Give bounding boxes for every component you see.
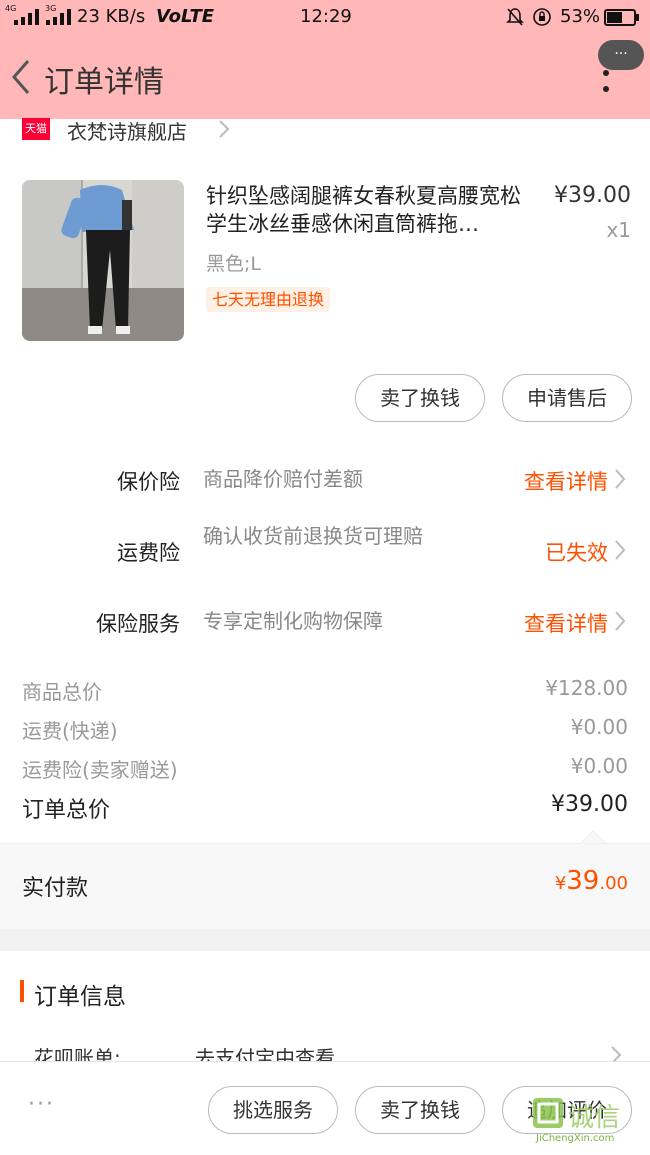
return-policy-tag: 七天无理由退换 xyxy=(206,287,331,312)
product-quantity: x1 xyxy=(606,218,631,242)
signal-icon xyxy=(14,9,39,25)
shipping-insurance-label: 运费险 xyxy=(117,541,180,565)
shipping-insurance-fee-value: ¥0.00 xyxy=(570,754,628,778)
pick-service-button[interactable]: 挑选服务 xyxy=(208,1086,338,1134)
chevron-right-icon xyxy=(615,540,626,560)
battery-percent: 53% xyxy=(560,6,601,27)
price-protection-link[interactable]: 查看详情 xyxy=(524,466,608,496)
shipping-value: ¥0.00 xyxy=(570,715,628,739)
paid-amount: ¥39.00 xyxy=(555,866,628,896)
watermark-domain: JiChengXin.com xyxy=(536,1133,615,1144)
order-total-label: 订单总价 xyxy=(22,798,111,823)
more-actions-button[interactable]: ··· xyxy=(28,1092,55,1117)
chevron-right-icon xyxy=(615,611,626,631)
shipping-label: 运费(快递) xyxy=(22,719,118,743)
network-speed: 23 KB/s xyxy=(77,6,146,27)
sell-button-footer[interactable]: 卖了换钱 xyxy=(355,1086,485,1134)
price-protection-desc: 商品降价赔付差额 xyxy=(203,467,363,491)
back-arrow-icon[interactable] xyxy=(8,57,34,97)
sell-button[interactable]: 卖了换钱 xyxy=(355,374,485,422)
page-title: 订单详情 xyxy=(44,65,164,100)
shipping-insurance-fee-label: 运费险(卖家赠送) xyxy=(22,758,178,782)
after-sale-button[interactable]: 申请售后 xyxy=(502,374,632,422)
price-protection-label: 保价险 xyxy=(117,470,180,494)
battery-icon xyxy=(604,9,639,26)
product-sku: 黑色;L xyxy=(206,253,261,275)
paid-currency: ¥ xyxy=(554,873,567,894)
section-accent-bar xyxy=(20,980,24,1002)
nav-bar: 订单详情 ··· xyxy=(0,35,650,119)
paid-decimal: .00 xyxy=(599,873,628,894)
watermark-logo-icon xyxy=(533,1098,563,1128)
section-divider xyxy=(0,929,650,951)
chevron-right-icon xyxy=(615,469,626,489)
shipping-insurance-desc: 确认收货前退换货可理赔 xyxy=(203,524,423,548)
kebab-menu-icon[interactable] xyxy=(600,70,612,94)
shop-name[interactable]: 衣梵诗旗舰店 xyxy=(67,116,187,145)
insurance-service-link[interactable]: 查看详情 xyxy=(524,608,608,638)
volte-label: VoLTE xyxy=(156,6,215,27)
signal-icon-2 xyxy=(46,9,71,25)
product-price: ¥39.00 xyxy=(554,183,631,208)
order-total-value: ¥39.00 xyxy=(551,792,628,817)
paid-integer: 39 xyxy=(566,866,600,896)
goods-total-value: ¥128.00 xyxy=(545,676,628,700)
goods-total-label: 商品总价 xyxy=(22,680,102,704)
clock: 12:29 xyxy=(300,6,352,27)
watermark: 诚信 JiChengXin.com xyxy=(532,1097,650,1149)
order-info-heading: 订单信息 xyxy=(34,984,126,1010)
more-menu-pill[interactable]: ··· xyxy=(598,40,644,70)
product-title[interactable]: 针织坠感阔腿裤女春秋夏高腰宽松学生冰丝垂感休闲直筒裤拖… xyxy=(206,182,536,238)
insurance-service-desc: 专享定制化购物保障 xyxy=(203,609,383,633)
rotation-lock-icon xyxy=(533,8,551,26)
insurance-service-label: 保险服务 xyxy=(96,612,180,636)
chevron-right-icon xyxy=(219,120,230,138)
mute-bell-icon xyxy=(506,8,524,26)
paid-label: 实付款 xyxy=(22,876,89,901)
watermark-text: 诚信 xyxy=(568,1103,621,1133)
tmall-logo: 天猫 xyxy=(22,118,50,140)
status-bar: 4G 3G 23 KB/s VoLTE 12:29 53% xyxy=(0,0,650,35)
product-image[interactable] xyxy=(22,180,184,341)
caret-up-icon xyxy=(580,830,606,844)
paid-amount-bar: 实付款 ¥39.00 xyxy=(0,830,650,929)
shipping-insurance-status[interactable]: 已失效 xyxy=(545,537,608,567)
